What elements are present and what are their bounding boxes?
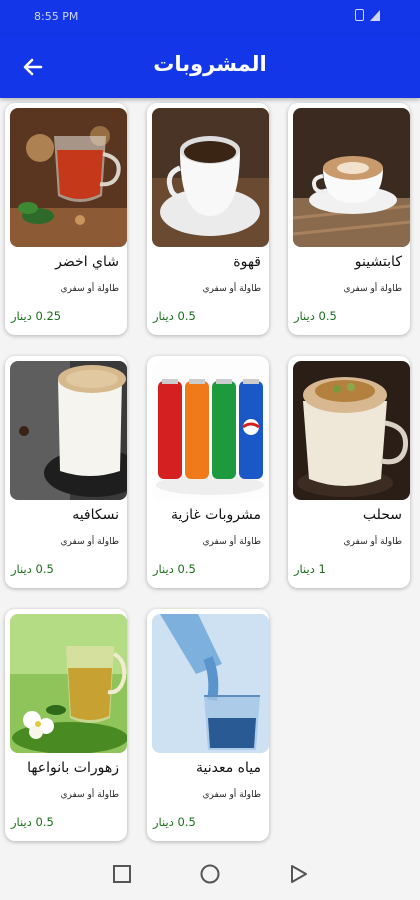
product-name: نسكافيه [72,507,119,523]
status-icons [355,9,380,21]
circle-icon [200,864,220,884]
recents-button[interactable] [111,863,133,885]
product-price: 0.5 دينار [153,815,196,829]
product-card-coffee[interactable]: قهوة طاولة أو سفري 0.5 دينار [147,103,269,335]
product-card-mineral-water[interactable]: مياه معدنية طاولة أو سفري 0.5 دينار [147,609,269,841]
product-name: سحلب [362,507,402,523]
product-price: 0.5 دينار [11,815,54,829]
product-price: 0.5 دينار [153,309,196,323]
product-image-cappuccino [293,108,410,247]
product-price: 0.5 دينار [294,309,337,323]
product-price: 1 دينار [294,562,326,576]
product-name: مشروبات غازية [170,507,261,523]
product-image-herbal-tea [10,614,127,753]
product-name: مياه معدنية [195,760,261,776]
product-service: طاولة أو سفري [343,537,403,547]
product-service: طاولة أو سفري [202,790,262,800]
product-name: قهوة [233,254,261,270]
product-image-sahlab [293,361,410,500]
product-card-herbal-tea[interactable]: زهورات بانواعها طاولة أو سفري 0.5 دينار [5,609,127,841]
product-name: زهورات بانواعها [27,760,119,776]
sim-icon [355,9,364,21]
product-image-green-tea [10,108,127,247]
triangle-back-icon [291,865,307,883]
nav-back-button[interactable] [288,863,310,885]
home-button[interactable] [199,863,221,885]
product-service: طاولة أو سفري [343,284,403,294]
product-price: 0.5 دينار [153,562,196,576]
signal-icon [370,9,380,21]
product-service: طاولة أو سفري [60,537,120,547]
product-card-cappuccino[interactable]: كابتشينو طاولة أو سفري 0.5 دينار [288,103,410,335]
app-bar: المشروبات [0,34,420,98]
status-time: 8:55 PM [34,10,79,23]
product-service: طاولة أو سفري [202,537,262,547]
product-service: طاولة أو سفري [202,284,262,294]
status-bar: 8:55 PM [0,0,420,34]
square-icon [113,865,131,883]
product-card-green-tea[interactable]: شاي اخضر طاولة أو سفري 0.25 دينار [5,103,127,335]
product-card-soft-drinks[interactable]: مشروبات غازية طاولة أو سفري 0.5 دينار [147,356,269,588]
product-image-nescafe [10,361,127,500]
product-image-coffee [152,108,269,247]
product-name: كابتشينو [354,254,402,270]
product-card-sahlab[interactable]: سحلب طاولة أو سفري 1 دينار [288,356,410,588]
product-service: طاولة أو سفري [60,284,120,294]
product-card-nescafe[interactable]: نسكافيه طاولة أو سفري 0.5 دينار [5,356,127,588]
product-name: شاي اخضر [55,254,119,270]
product-image-mineral-water [152,614,269,753]
product-price: 0.25 دينار [11,309,62,323]
page-title: المشروبات [153,52,267,76]
system-nav-bar [0,848,420,900]
product-image-soft-drinks [152,361,269,500]
product-price: 0.5 دينار [11,562,54,576]
product-service: طاولة أو سفري [60,790,120,800]
